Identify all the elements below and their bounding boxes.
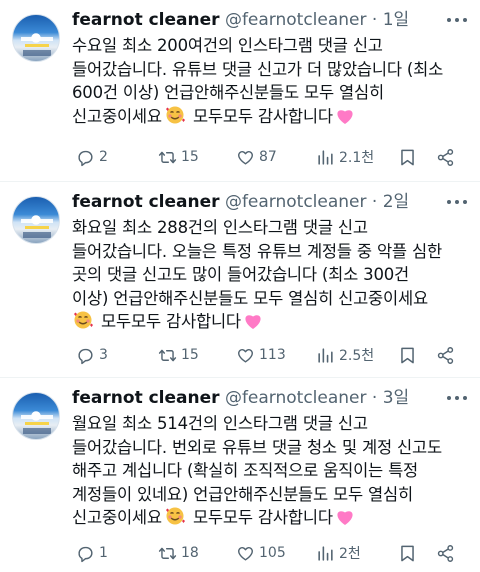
retweet-icon — [158, 151, 177, 163]
avatar[interactable] — [12, 392, 60, 440]
pink-heart-emoji — [335, 107, 355, 132]
avatar[interactable] — [12, 196, 60, 244]
view-count: 2천 — [339, 546, 361, 562]
reply-button[interactable]: 1 — [76, 542, 108, 564]
reply-icon — [78, 150, 93, 166]
display-name[interactable]: fearnot cleaner — [72, 10, 220, 30]
display-name[interactable]: fearnot cleaner — [72, 388, 220, 408]
tweet-header: fearnot cleaner @fearnotcleaner · 3일 — [72, 386, 440, 410]
share-icon — [437, 544, 454, 562]
tweet-text-line: 모두모두 감사합니다 — [72, 310, 464, 337]
retweet-button[interactable]: 15 — [158, 146, 199, 168]
share-button[interactable] — [436, 146, 459, 168]
tweet-text-line: 곳의 댓글 신고도 많이 들어갔습니다 (최소 300건 — [72, 265, 410, 284]
reply-icon — [78, 546, 93, 562]
tweet-text-line: 신고중이세요 모두모두 감사합니다 — [72, 105, 464, 132]
smiling-face-with-hearts-emoji — [164, 105, 186, 132]
reply-button[interactable]: 3 — [76, 344, 108, 366]
bookmark-icon — [401, 149, 414, 165]
bookmark-button[interactable] — [398, 542, 421, 564]
timestamp[interactable]: · 2일 — [372, 192, 409, 212]
like-count: 113 — [259, 347, 286, 363]
retweet-button[interactable]: 18 — [158, 542, 199, 564]
timestamp[interactable]: · 3일 — [372, 388, 409, 408]
username-handle[interactable]: @fearnotcleaner — [225, 388, 367, 408]
bookmark-icon — [401, 347, 414, 363]
tweet[interactable]: fearnot cleaner @fearnotcleaner · 2일 화요일… — [0, 182, 480, 378]
retweet-count: 15 — [181, 347, 199, 363]
tweet-text-line: 화요일 최소 288건의 인스타그램 댓글 신고 — [72, 218, 368, 237]
tweet-text-line: 600건 이상) 언급안해주신분들도 모두 열심히 — [72, 83, 384, 102]
like-button[interactable]: 105 — [236, 542, 286, 564]
share-button[interactable] — [436, 344, 459, 366]
tweet-text-line: 들어갔습니다. 오늘은 특정 유튜브 계정들 중 악플 심한 — [72, 241, 442, 261]
like-button[interactable]: 113 — [236, 344, 286, 366]
more-icon[interactable] — [446, 192, 468, 212]
heart-icon — [238, 546, 253, 561]
like-count: 87 — [259, 149, 277, 165]
tweet-text-line: 들어갔습니다. 유튜브 댓글 신고가 더 많았습니다 (최소 — [72, 59, 444, 79]
like-count: 105 — [259, 545, 286, 561]
smiling-face-with-hearts-emoji — [164, 506, 186, 533]
smiling-face-with-hearts-emoji — [72, 310, 94, 337]
view-count: 2.1천 — [339, 150, 375, 166]
tweet-text-line: 이상) 언급안해주신분들도 모두 열심히 신고중이세요 — [72, 288, 428, 308]
pink-heart-emoji — [335, 508, 355, 533]
tweet-text-line: 신고중이세요 모두모두 감사합니다 — [72, 506, 464, 533]
reply-icon — [78, 348, 93, 364]
username-handle[interactable]: @fearnotcleaner — [225, 192, 367, 212]
tweet-text-line: 해주고 계십니다 (확실히 조직적으로 움직이는 특정 — [72, 461, 419, 480]
views-icon — [318, 347, 333, 363]
tweet-actions: 3 15 113 2.5천 — [72, 344, 468, 366]
bookmark-icon — [401, 545, 414, 561]
share-icon — [437, 346, 454, 364]
retweet-icon — [158, 349, 177, 361]
reply-count: 2 — [99, 149, 108, 165]
share-icon — [437, 148, 454, 166]
tweet[interactable]: fearnot cleaner @fearnotcleaner · 3일 월요일… — [0, 378, 480, 572]
bookmark-button[interactable] — [398, 344, 421, 366]
tweet[interactable]: fearnot cleaner @fearnotcleaner · 1일 수요일… — [0, 0, 480, 182]
tweet-actions: 1 18 105 2천 — [72, 542, 468, 564]
pink-heart-emoji — [243, 312, 263, 337]
username-handle[interactable]: @fearnotcleaner — [225, 10, 367, 30]
views-button[interactable]: 2.5천 — [316, 344, 374, 366]
timestamp[interactable]: · 1일 — [372, 10, 409, 30]
tweet-feed: fearnot cleaner @fearnotcleaner · 1일 수요일… — [0, 0, 480, 572]
view-count: 2.5천 — [339, 348, 375, 364]
views-button[interactable]: 2.1천 — [316, 146, 374, 168]
more-icon[interactable] — [446, 388, 468, 408]
views-icon — [318, 545, 333, 561]
avatar[interactable] — [12, 14, 60, 62]
tweet-text: 수요일 최소 200여건의 인스타그램 댓글 신고 들어갔습니다. 유튜브 댓글… — [72, 34, 464, 131]
bookmark-button[interactable] — [398, 146, 421, 168]
reply-button[interactable]: 2 — [76, 146, 108, 168]
reply-count: 1 — [99, 545, 108, 561]
tweet-header: fearnot cleaner @fearnotcleaner · 1일 — [72, 8, 440, 32]
more-icon[interactable] — [446, 10, 468, 30]
tweet-text: 월요일 최소 514건의 인스타그램 댓글 신고 들어갔습니다. 번외로 유튜브… — [72, 412, 464, 533]
views-icon — [318, 149, 333, 165]
tweet-text-line: 들어갔습니다. 번외로 유튜브 댓글 청소 및 계정 신고도 — [72, 437, 442, 457]
share-button[interactable] — [436, 542, 459, 564]
tweet-actions: 2 15 87 2.1천 — [72, 146, 468, 168]
heart-icon — [238, 150, 253, 165]
heart-icon — [238, 348, 253, 363]
tweet-text: 화요일 최소 288건의 인스타그램 댓글 신고 들어갔습니다. 오늘은 특정 … — [72, 216, 464, 337]
reply-count: 3 — [99, 347, 108, 363]
display-name[interactable]: fearnot cleaner — [72, 192, 220, 212]
tweet-text-line: 월요일 최소 514건의 인스타그램 댓글 신고 — [72, 414, 368, 433]
tweet-text-line: 수요일 최소 200여건의 인스타그램 댓글 신고 — [72, 36, 383, 55]
retweet-count: 15 — [181, 149, 199, 165]
tweet-text-line: 계정들이 있네요) 언급안해주신분들도 모두 열심히 — [72, 484, 413, 504]
retweet-button[interactable]: 15 — [158, 344, 199, 366]
views-button[interactable]: 2천 — [316, 542, 361, 564]
retweet-count: 18 — [181, 545, 199, 561]
retweet-icon — [158, 547, 177, 559]
tweet-header: fearnot cleaner @fearnotcleaner · 2일 — [72, 190, 440, 214]
like-button[interactable]: 87 — [236, 146, 277, 168]
